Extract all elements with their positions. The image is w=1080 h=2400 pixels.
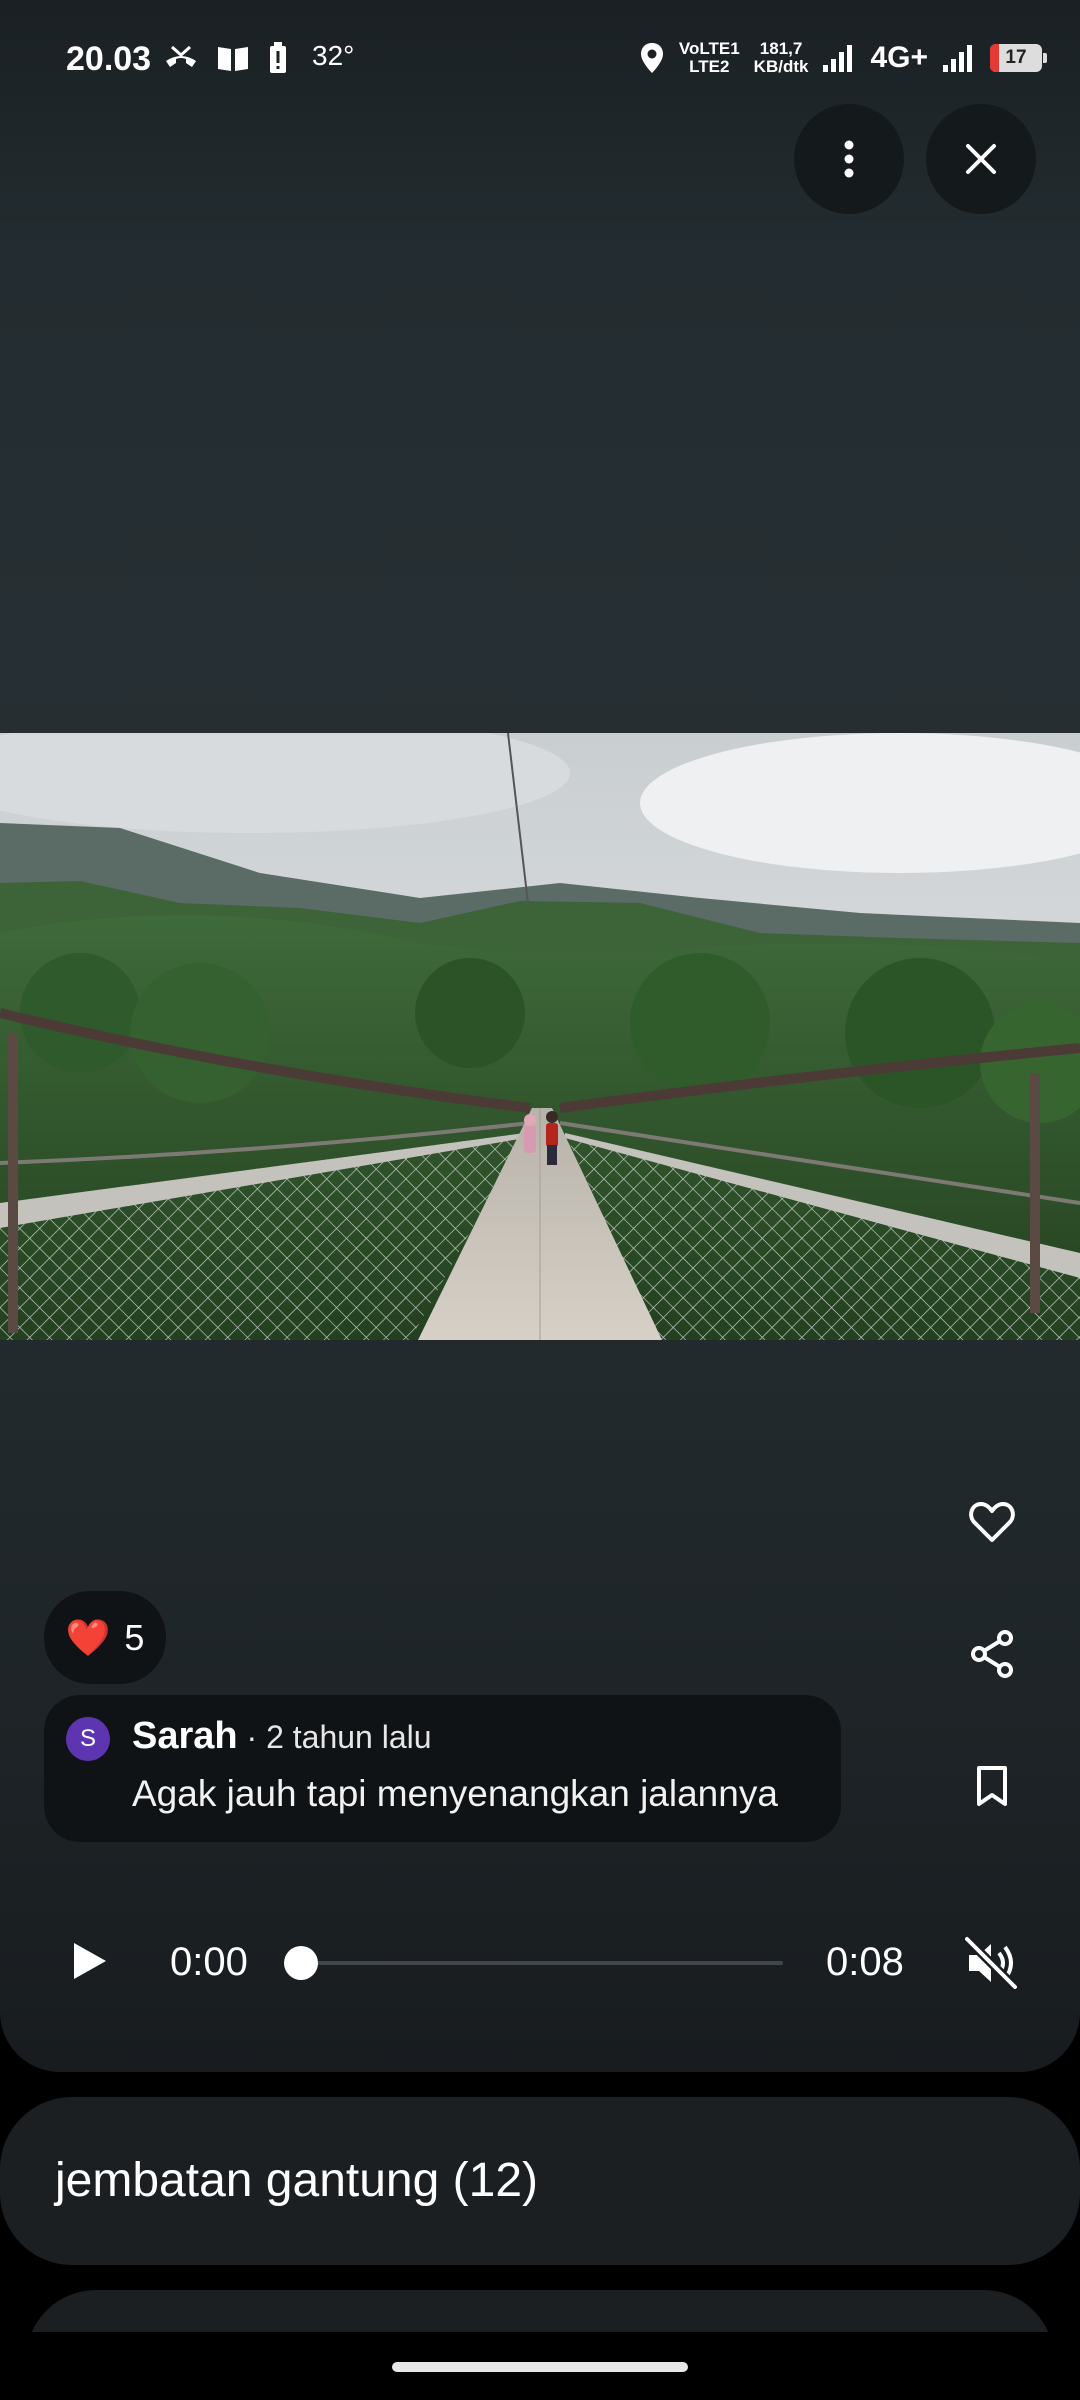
book-icon — [218, 47, 248, 71]
play-button[interactable] — [62, 1926, 118, 1996]
more-vert-icon — [844, 140, 854, 178]
avatar: S — [66, 1717, 110, 1761]
bridge-scene-image — [0, 733, 1080, 1340]
status-bar: 20.03 32° VoLTE1 LTE2 181,7 KB/dtk 4G+ 1… — [0, 0, 1080, 120]
comment-card[interactable]: S Sarah · 2 tahun lalu Agak jauh tapi me… — [44, 1695, 841, 1842]
seek-thumb[interactable] — [284, 1946, 318, 1980]
share-button[interactable] — [952, 1614, 1032, 1694]
close-icon — [966, 144, 996, 174]
comment-time: · 2 tahun lalu — [237, 1719, 432, 1755]
reaction-chip[interactable]: ❤️ 5 — [44, 1591, 166, 1684]
network-speed: 181,7 KB/dtk — [753, 39, 809, 76]
battery-icon: 17 — [990, 44, 1047, 72]
heart-emoji: ❤️ — [65, 1616, 111, 1658]
bookmark-button[interactable] — [952, 1746, 1032, 1826]
location-icon — [640, 43, 663, 73]
album-card[interactable]: jembatan gantung (12) — [0, 2097, 1080, 2265]
comment-author: Sarah — [132, 1715, 238, 1757]
missed-call-icon — [166, 45, 196, 67]
volume-off-icon — [962, 1935, 1020, 1991]
duration: 0:08 — [826, 1940, 904, 1984]
favorite-icon — [969, 1502, 1015, 1542]
album-title: jembatan gantung (12) — [55, 2154, 538, 2207]
more-options-button[interactable] — [794, 104, 904, 214]
comment-text: Agak jauh tapi menyenangkan jalannya — [132, 1773, 778, 1814]
status-temperature: 32° — [312, 40, 355, 71]
battery-alert-icon — [270, 42, 286, 73]
play-icon — [74, 1943, 106, 1979]
close-button[interactable] — [926, 104, 1036, 214]
home-indicator[interactable] — [392, 2362, 688, 2372]
network-type: 4G+ — [870, 41, 928, 74]
media-photo[interactable] — [0, 733, 1080, 1340]
signal-icon — [943, 45, 972, 72]
photo-viewer: 20.03 32° VoLTE1 LTE2 181,7 KB/dtk 4G+ 1… — [0, 0, 1080, 2072]
reaction-count: 5 — [124, 1616, 145, 1658]
share-icon — [971, 1630, 1013, 1678]
favorite-button[interactable] — [952, 1482, 1032, 1562]
volte-indicator: VoLTE1 LTE2 — [678, 39, 740, 76]
signal-icon — [823, 45, 853, 72]
status-time: 20.03 — [66, 40, 152, 78]
seek-bar[interactable] — [301, 1961, 783, 1965]
mute-button[interactable] — [956, 1930, 1026, 1996]
bookmark-icon — [977, 1766, 1007, 1806]
current-time: 0:00 — [170, 1940, 248, 1984]
